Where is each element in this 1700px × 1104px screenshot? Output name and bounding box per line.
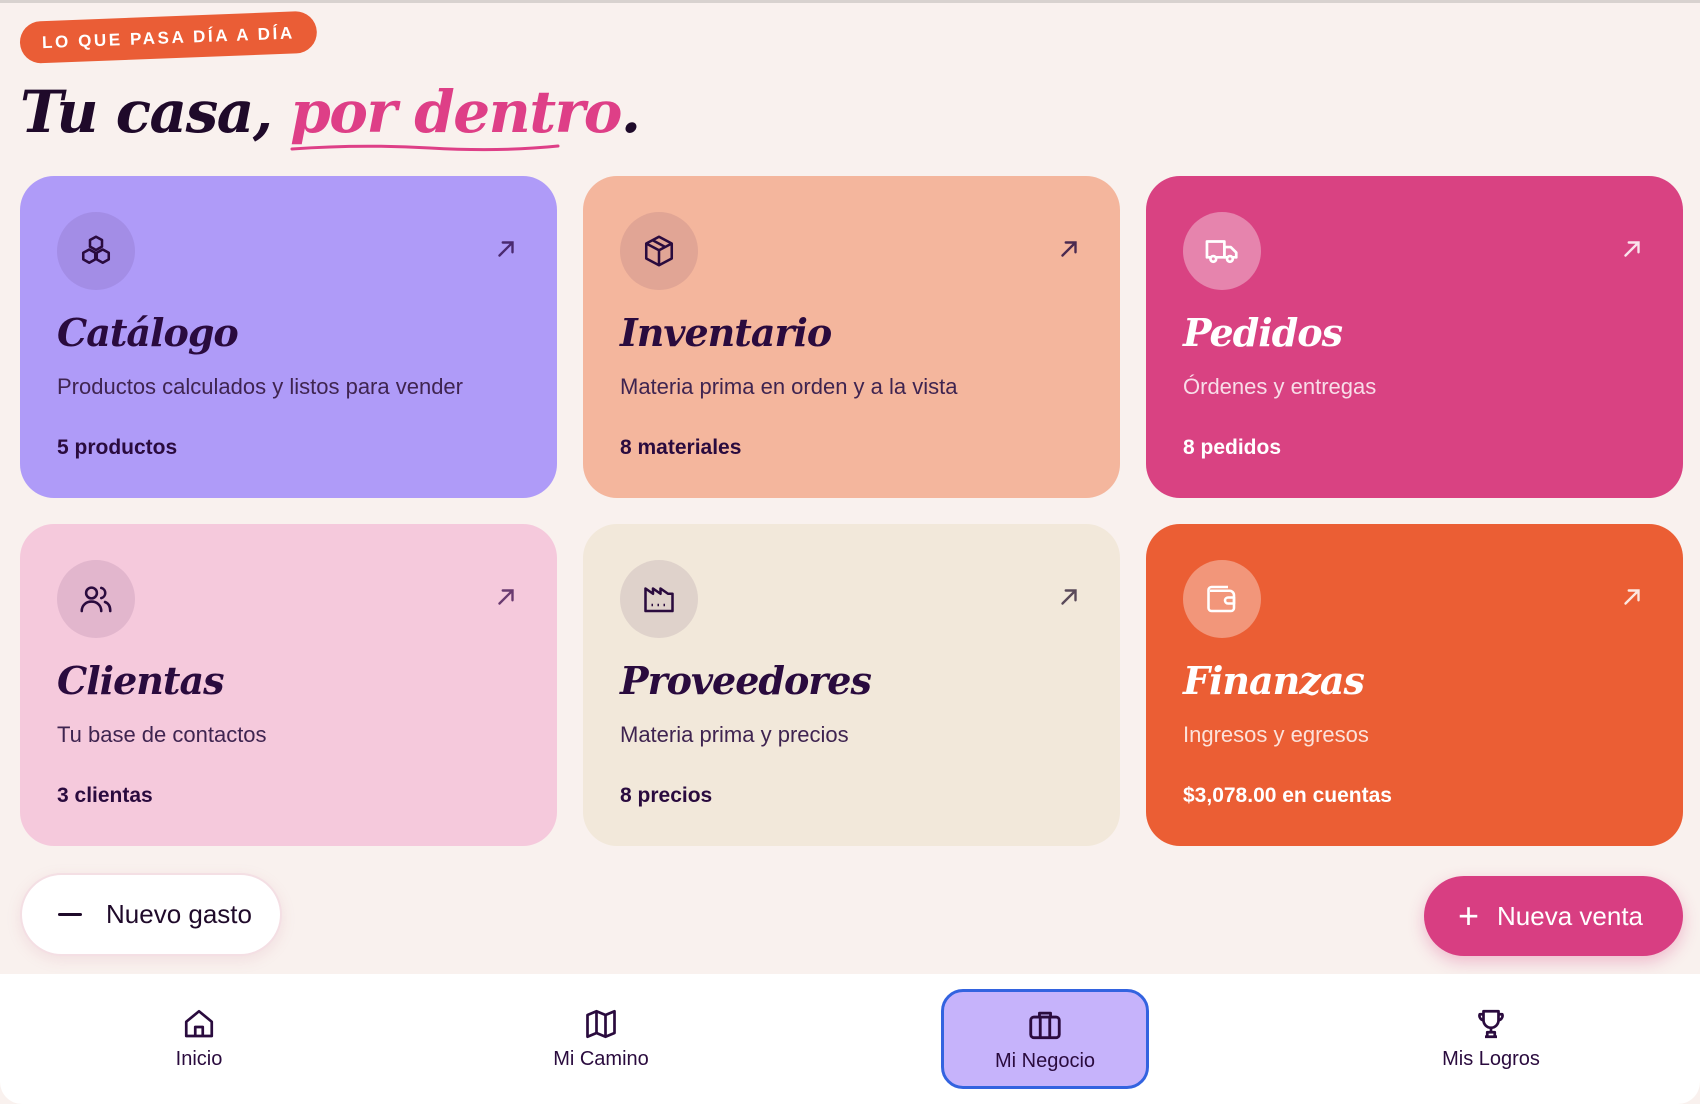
card-description: Materia prima y precios — [620, 722, 849, 747]
nav-label: Mis Logros — [1442, 1047, 1540, 1070]
card-count: 3 clientas — [57, 784, 153, 807]
underline-squiggle-icon — [290, 144, 560, 152]
arrow-up-right-icon — [1624, 241, 1640, 257]
nav-item-mi-negocio[interactable]: Mi Negocio — [941, 989, 1149, 1089]
nav-item-inicio[interactable]: Inicio — [94, 988, 304, 1088]
arrow-up-right-icon — [498, 241, 514, 257]
card-pedidos[interactable]: Pedidos Órdenes y entregas 8 pedidos — [1146, 176, 1683, 498]
card-count: 8 precios — [620, 784, 713, 807]
factory-icon — [620, 560, 698, 638]
card-catalogo[interactable]: Catálogo Productos calculados y listos p… — [20, 176, 557, 498]
card-description: Productos calculados y listos para vende… — [57, 374, 463, 399]
arrow-up-right-icon — [1061, 589, 1077, 605]
card-description: Ingresos y egresos — [1183, 722, 1369, 747]
wallet-icon — [1183, 560, 1261, 638]
bottom-nav: Inicio Mi Camino Mi Negocio Mis Logros — [0, 974, 1700, 1104]
card-count: $3,078.00 en cuentas — [1183, 784, 1392, 807]
nav-label: Mi Camino — [553, 1047, 649, 1070]
plus-icon: + — [1458, 895, 1480, 936]
section-eyebrow-badge: LO QUE PASA DÍA A DÍA — [19, 10, 318, 64]
trophy-icon — [1478, 1009, 1504, 1038]
truck-icon — [1183, 212, 1261, 290]
arrow-up-right-icon — [498, 589, 514, 605]
minus-icon — [58, 913, 82, 916]
map-icon — [586, 1009, 616, 1038]
box-icon — [620, 212, 698, 290]
card-title: Catálogo — [57, 310, 239, 355]
card-count: 8 pedidos — [1183, 436, 1282, 459]
card-title: Clientas — [57, 658, 225, 703]
arrow-up-right-icon — [1624, 589, 1640, 605]
page-title-end: . — [620, 78, 641, 146]
new-sale-button[interactable]: + Nueva venta — [1424, 876, 1683, 956]
nav-label: Mi Negocio — [994, 1049, 1096, 1072]
card-finanzas[interactable]: Finanzas Ingresos y egresos $3,078.00 en… — [1146, 524, 1683, 846]
users-icon — [57, 560, 135, 638]
page-title-main: Tu casa, — [20, 78, 273, 146]
card-description: Órdenes y entregas — [1183, 374, 1377, 399]
page-title-accent: por dentro — [290, 78, 622, 152]
home-icon — [184, 1009, 214, 1037]
page-title-accent-text: por dentro — [290, 78, 622, 146]
page-title: Tu casa, por dentro. — [20, 78, 641, 152]
card-count: 5 productos — [57, 436, 178, 459]
arrow-up-right-icon — [1061, 241, 1077, 257]
new-expense-button[interactable]: Nuevo gasto — [20, 873, 282, 956]
card-title: Finanzas — [1183, 658, 1365, 703]
card-description: Tu base de contactos — [57, 722, 267, 747]
new-expense-label: Nuevo gasto — [106, 899, 252, 929]
card-title: Proveedores — [620, 658, 872, 703]
new-sale-label: Nueva venta — [1497, 900, 1644, 931]
card-inventario[interactable]: Inventario Materia prima en orden y a la… — [583, 176, 1120, 498]
card-description: Materia prima en orden y a la vista — [620, 374, 958, 399]
card-count: 8 materiales — [620, 436, 742, 459]
card-proveedores[interactable]: Proveedores Materia prima y precios 8 pr… — [583, 524, 1120, 846]
modules-grid: Catálogo Productos calculados y listos p… — [20, 176, 1683, 846]
nav-item-mi-camino[interactable]: Mi Camino — [496, 988, 706, 1088]
briefcase-icon — [1029, 1011, 1061, 1039]
nav-label: Inicio — [175, 1047, 223, 1070]
card-title: Pedidos — [1183, 310, 1343, 355]
card-clientas[interactable]: Clientas Tu base de contactos 3 clientas — [20, 524, 557, 846]
nav-item-mis-logros[interactable]: Mis Logros — [1386, 988, 1596, 1088]
card-title: Inventario — [620, 310, 832, 355]
top-divider — [0, 0, 1700, 3]
cubes-icon — [57, 212, 135, 290]
